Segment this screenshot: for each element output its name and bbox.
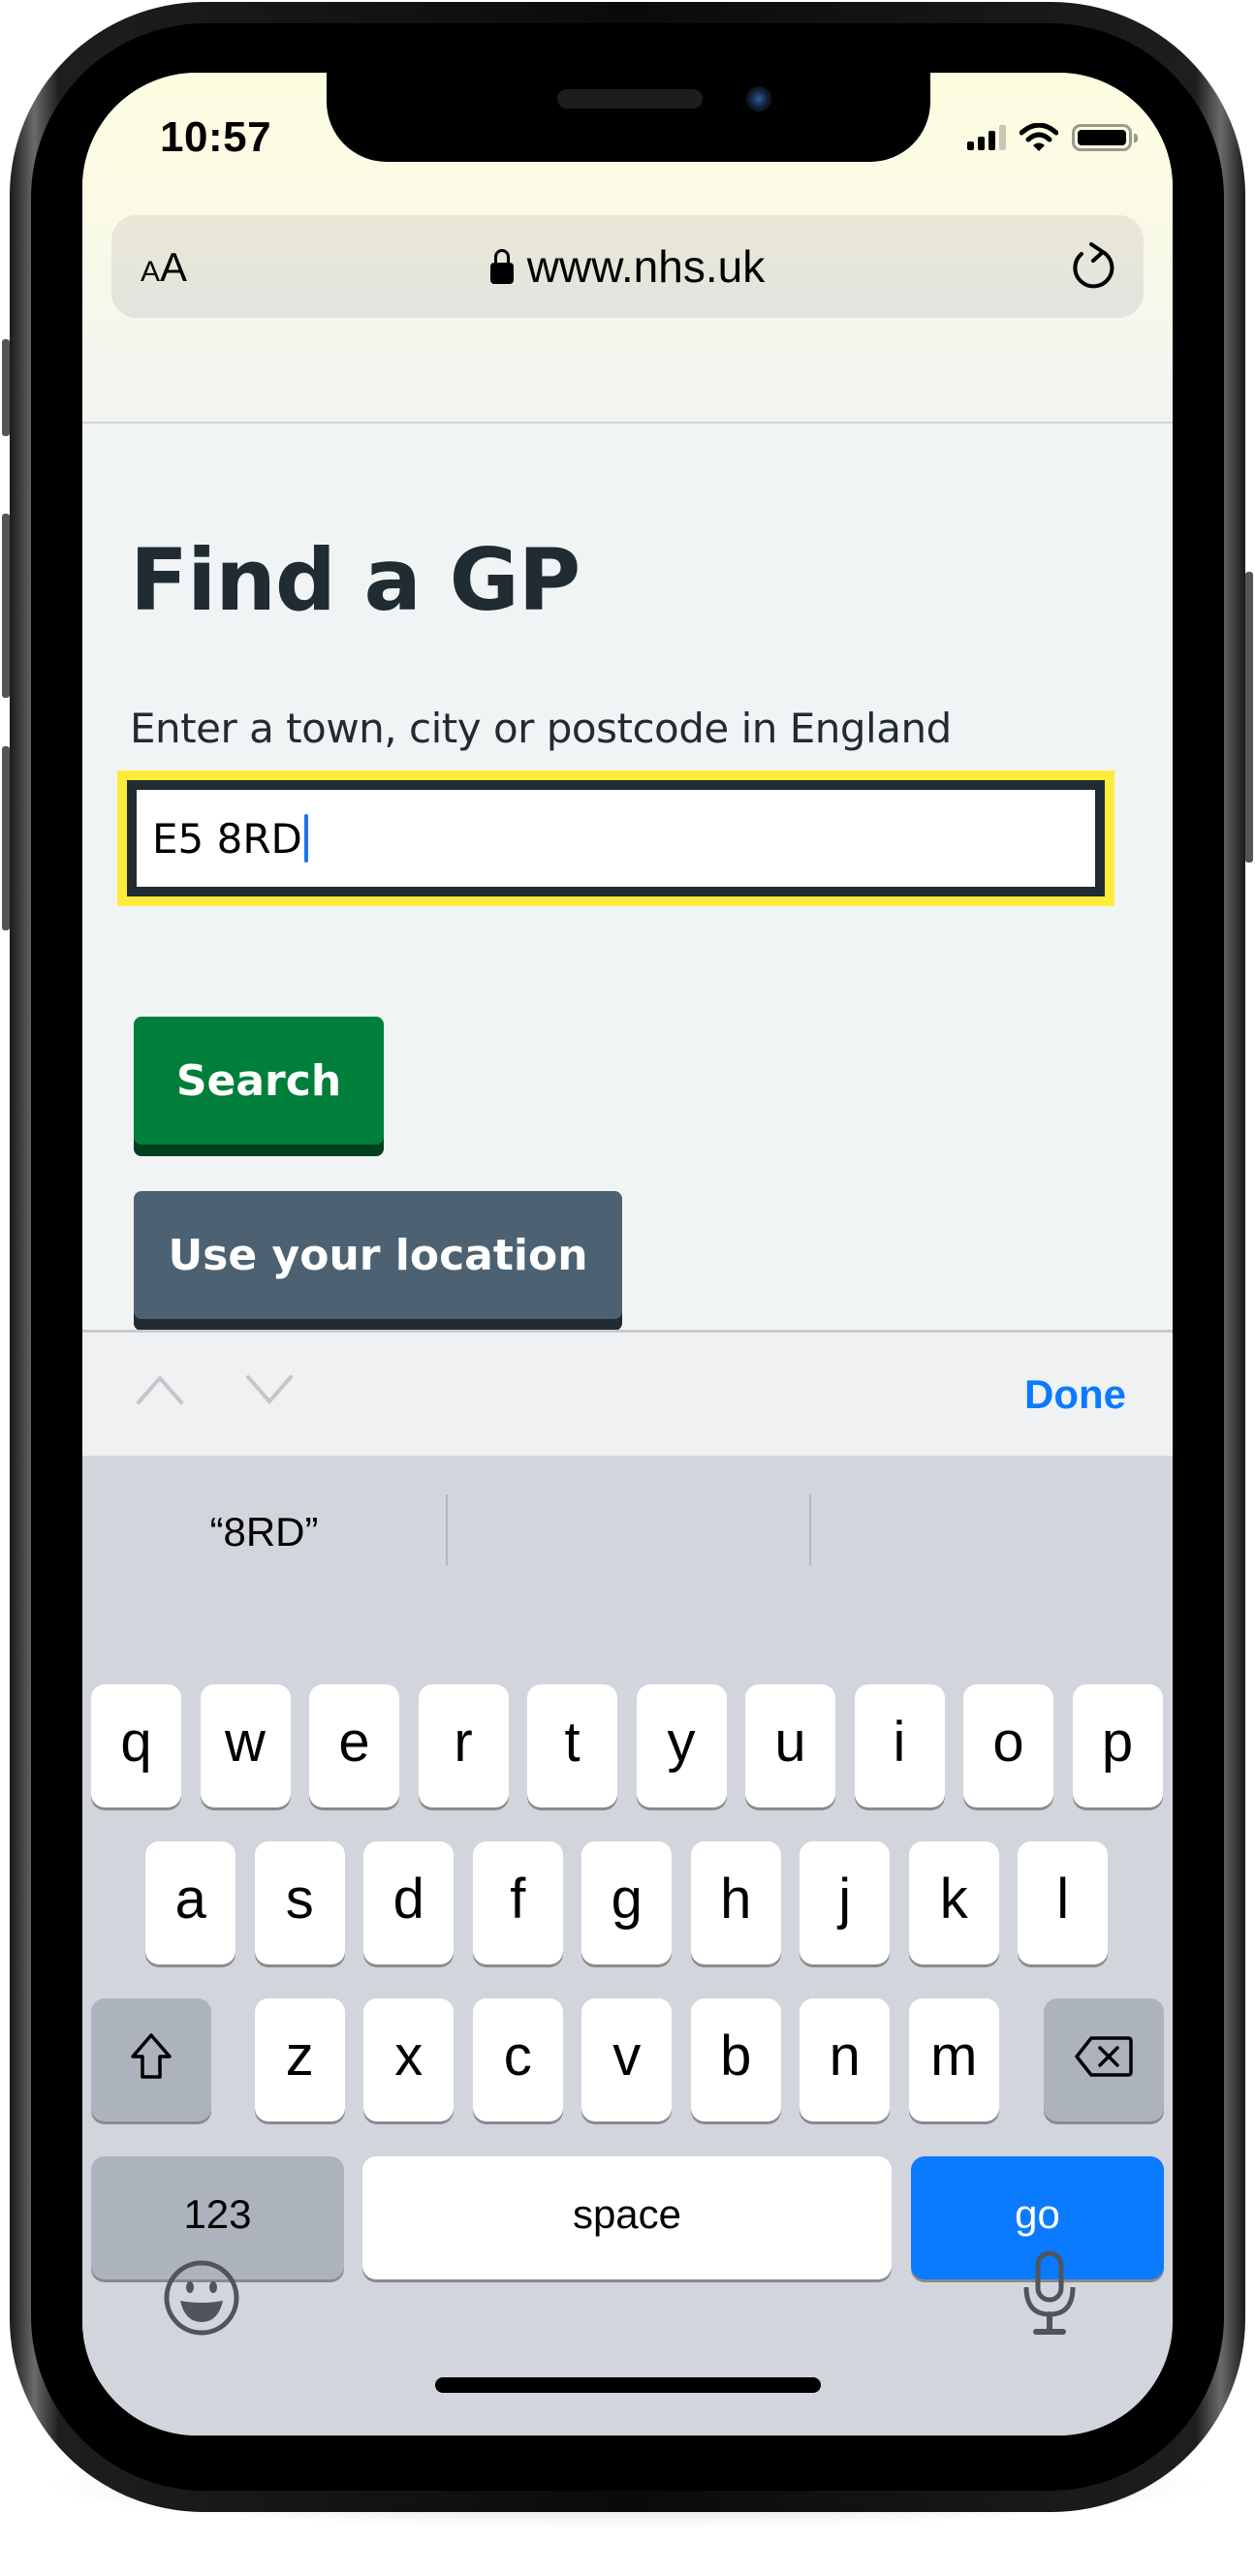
location-input[interactable]: E5 8RD xyxy=(127,780,1105,896)
page-content: Find a GP Enter a town, city or postcode… xyxy=(82,424,1173,1331)
battery-icon xyxy=(1072,124,1138,151)
signal-icon xyxy=(967,125,1006,150)
suggestion-item[interactable] xyxy=(809,1456,1173,1608)
delete-icon xyxy=(1075,2035,1133,2077)
key-e[interactable]: e xyxy=(309,1684,399,1807)
lock-icon xyxy=(489,249,514,284)
shift-icon xyxy=(131,2032,172,2079)
volume-up-button xyxy=(2,514,10,698)
key-r[interactable]: r xyxy=(418,1684,509,1807)
screen: 10:57 AA www.nhs.uk Find a GP Enter a to… xyxy=(82,73,1173,2435)
key-n[interactable]: n xyxy=(800,1998,891,2121)
key-t[interactable]: t xyxy=(527,1684,617,1807)
key-m[interactable]: m xyxy=(908,1998,999,2121)
chevron-up-icon[interactable] xyxy=(136,1373,184,1406)
front-camera xyxy=(746,86,771,111)
volume-down-button xyxy=(2,746,10,930)
key-a[interactable]: a xyxy=(145,1841,236,1964)
suggestion-bar: “8RD” xyxy=(82,1456,1173,1608)
key-q[interactable]: q xyxy=(91,1684,181,1807)
url-text: www.nhs.uk xyxy=(526,241,766,292)
chevron-down-icon[interactable] xyxy=(245,1373,294,1406)
done-button[interactable]: Done xyxy=(1024,1371,1126,1418)
silent-switch xyxy=(2,339,10,436)
wifi-icon xyxy=(1020,123,1058,151)
key-c[interactable]: c xyxy=(472,1998,563,2121)
location-input-value: E5 8RD xyxy=(152,814,302,863)
page-title: Find a GP xyxy=(130,530,580,630)
url-display[interactable]: www.nhs.uk xyxy=(111,240,1144,293)
key-p[interactable]: p xyxy=(1072,1684,1163,1807)
use-location-button[interactable]: Use your location xyxy=(134,1191,622,1331)
key-h[interactable]: h xyxy=(690,1841,781,1964)
location-input-focus-ring: E5 8RD xyxy=(117,770,1114,906)
key-u[interactable]: u xyxy=(745,1684,835,1807)
home-indicator[interactable] xyxy=(435,2377,821,2393)
address-bar[interactable]: AA www.nhs.uk xyxy=(111,215,1144,318)
speaker xyxy=(557,89,703,109)
text-caret xyxy=(303,814,308,863)
power-button xyxy=(1245,572,1253,863)
key-x[interactable]: x xyxy=(363,1998,455,2121)
status-icons xyxy=(967,123,1138,152)
key-y[interactable]: y xyxy=(636,1684,727,1807)
key-f[interactable]: f xyxy=(472,1841,563,1964)
suggestion-item[interactable]: “8RD” xyxy=(82,1456,446,1608)
emoji-icon[interactable] xyxy=(162,2258,241,2338)
key-v[interactable]: v xyxy=(581,1998,673,2121)
microphone-icon[interactable] xyxy=(1023,2250,1076,2335)
key-d[interactable]: d xyxy=(363,1841,455,1964)
notch xyxy=(327,73,930,162)
key-l[interactable]: l xyxy=(1018,1841,1109,1964)
keyboard: “8RD” qwertyuiopasdfghjklzxcvbnm 123 spa… xyxy=(82,1456,1173,2435)
key-i[interactable]: i xyxy=(854,1684,945,1807)
delete-key[interactable] xyxy=(1044,1998,1164,2121)
key-g[interactable]: g xyxy=(581,1841,673,1964)
search-button[interactable]: Search xyxy=(134,1017,384,1156)
suggestion-item[interactable] xyxy=(446,1456,809,1608)
key-j[interactable]: j xyxy=(800,1841,891,1964)
key-k[interactable]: k xyxy=(908,1841,999,1964)
key-s[interactable]: s xyxy=(254,1841,345,1964)
space-key[interactable]: space xyxy=(362,2156,892,2279)
keyboard-accessory-bar: Done xyxy=(82,1330,1173,1456)
key-w[interactable]: w xyxy=(200,1684,291,1807)
location-label: Enter a town, city or postcode in Englan… xyxy=(130,705,952,752)
shift-key[interactable] xyxy=(91,1998,211,2121)
key-b[interactable]: b xyxy=(690,1998,781,2121)
status-time: 10:57 xyxy=(160,113,272,161)
key-o[interactable]: o xyxy=(963,1684,1053,1807)
key-z[interactable]: z xyxy=(254,1998,345,2121)
reload-icon[interactable] xyxy=(1066,240,1118,293)
